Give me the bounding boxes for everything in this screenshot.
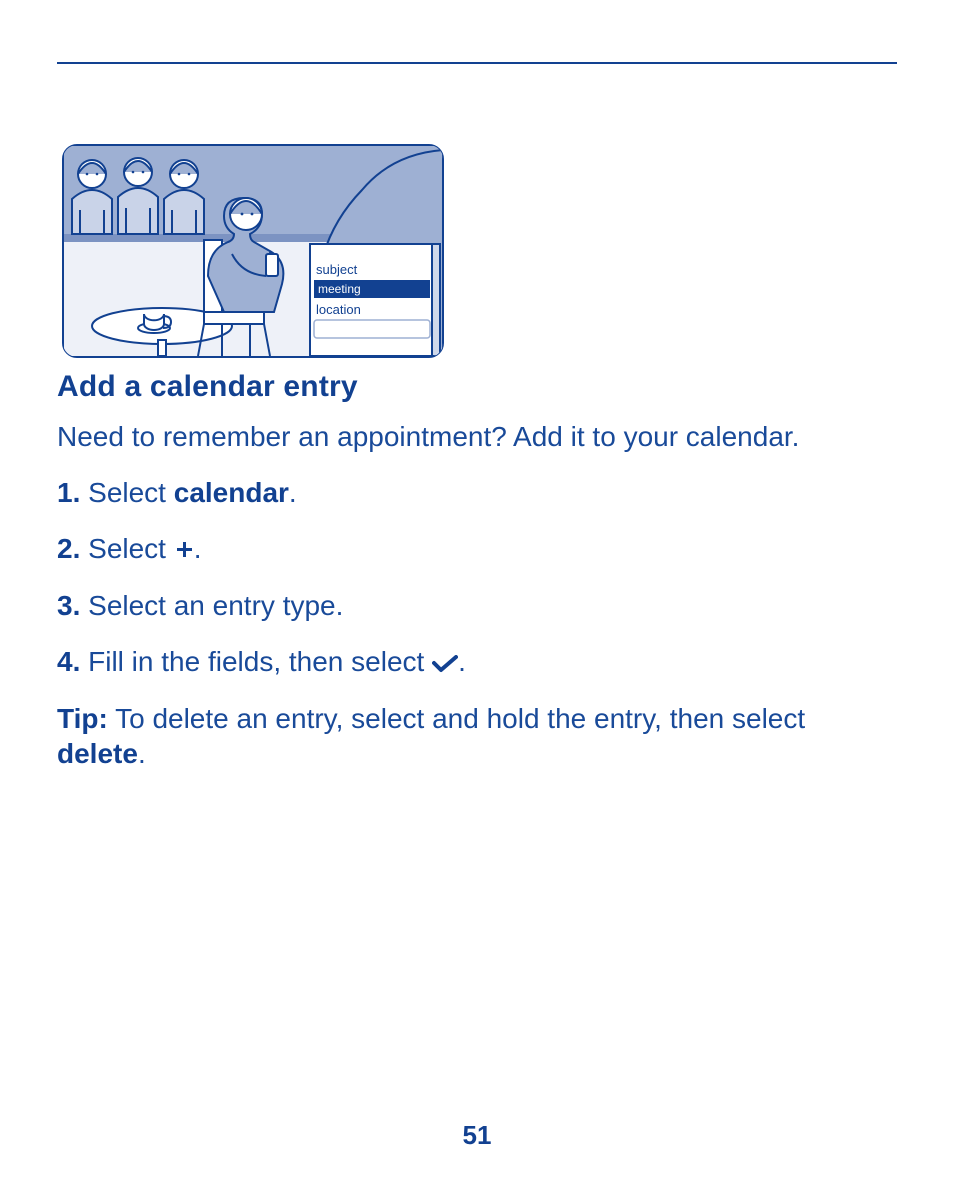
step-2-number: 2. <box>57 533 80 564</box>
tip-label: Tip: <box>57 703 108 734</box>
step-3: 3. Select an entry type. <box>57 587 897 625</box>
page-content: Add a calendar entry Need to remember an… <box>57 370 897 771</box>
step-2-pre: Select <box>80 533 173 564</box>
illus-subject-label: subject <box>316 262 358 277</box>
step-4-post: . <box>458 646 466 677</box>
step-1-keyword: calendar <box>174 477 289 508</box>
plus-icon <box>174 532 194 570</box>
illus-subject-value: meeting <box>318 282 361 296</box>
tip-text-1: To delete an entry, select and hold the … <box>108 703 805 734</box>
intro-text: Need to remember an appointment? Add it … <box>57 418 897 456</box>
step-2: 2. Select . <box>57 530 897 570</box>
checkmark-icon <box>432 645 458 683</box>
step-4-number: 4. <box>57 646 80 677</box>
calendar-illustration: subject meeting location <box>62 144 444 358</box>
step-3-text: Select an entry type. <box>80 590 343 621</box>
tip-paragraph: Tip: To delete an entry, select and hold… <box>57 701 897 771</box>
step-2-post: . <box>194 533 202 564</box>
page-number: 51 <box>0 1120 954 1151</box>
step-1-post: . <box>289 477 297 508</box>
header-divider <box>57 62 897 64</box>
step-1: 1. Select calendar. <box>57 474 897 512</box>
tip-text-2: . <box>138 738 146 769</box>
step-4: 4. Fill in the fields, then select . <box>57 643 897 683</box>
step-3-number: 3. <box>57 590 80 621</box>
section-heading: Add a calendar entry <box>57 370 897 404</box>
step-1-pre: Select <box>80 477 173 508</box>
tip-keyword: delete <box>57 738 138 769</box>
illus-location-label: location <box>316 302 361 317</box>
step-4-pre: Fill in the fields, then select <box>80 646 432 677</box>
step-1-number: 1. <box>57 477 80 508</box>
